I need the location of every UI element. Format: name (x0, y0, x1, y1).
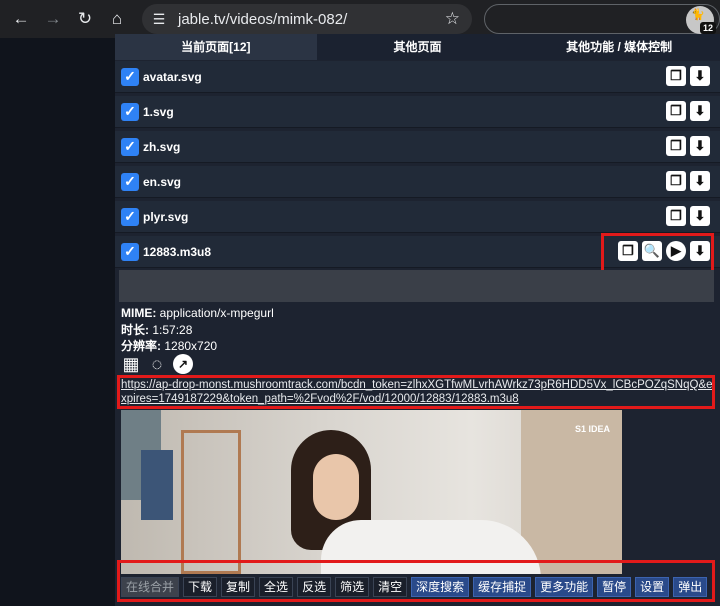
resolution-info: 分辨率: 1280x720 (121, 337, 217, 354)
reload-icon[interactable]: ↻ (74, 8, 96, 30)
copy-icon[interactable]: ❐ (666, 136, 686, 156)
preview-bar (119, 270, 714, 302)
download-icon[interactable]: ⬇ (690, 66, 710, 86)
row-checkbox[interactable]: ✓ (121, 242, 139, 261)
home-icon[interactable]: ⌂ (106, 8, 128, 30)
duration-value: 1:57:28 (152, 323, 193, 337)
file-name: 12883.m3u8 (143, 244, 212, 259)
video-preview[interactable]: S1 IDEA (121, 410, 622, 574)
file-name: 1.svg (143, 104, 174, 119)
actions-highlight (601, 233, 714, 275)
file-row[interactable]: ✓ plyr.svg ❐ ⬇ (115, 201, 720, 233)
file-row[interactable]: ✓ 1.svg ❐ ⬇ (115, 96, 720, 128)
resolution-value: 1280x720 (164, 339, 218, 353)
copy-icon[interactable]: ❐ (666, 171, 686, 191)
extension-badge: 12 (699, 22, 716, 34)
open-external-icon[interactable]: ↗ (173, 354, 193, 374)
url-text[interactable]: jable.tv/videos/mimk-082/ (178, 11, 347, 28)
tab-other-features[interactable]: 其他功能 / 媒体控制 (518, 34, 720, 60)
capture-icon[interactable]: ◌ (147, 354, 167, 374)
video-watermark: S1 IDEA (575, 424, 611, 434)
tab-current-page[interactable]: 当前页面[12] (115, 34, 317, 60)
browser-toolbar: ← → ↻ ⌂ ☰ jable.tv/videos/mimk-082/ ☆ 🐈 … (0, 0, 720, 38)
resource-popup: 当前页面[12] 其他页面 其他功能 / 媒体控制 ✓ avatar.svg ❐… (115, 34, 720, 606)
copy-icon[interactable]: ❐ (666, 66, 686, 86)
row-checkbox[interactable]: ✓ (121, 207, 139, 226)
cat-icon: 🐈 (691, 9, 705, 21)
file-row[interactable]: ✓ zh.svg ❐ ⬇ (115, 131, 720, 163)
qrcode-icon[interactable]: ▦ (121, 354, 141, 374)
address-bar[interactable]: ☰ jable.tv/videos/mimk-082/ ☆ (142, 4, 472, 34)
bookmark-star-icon[interactable]: ☆ (445, 9, 460, 29)
download-icon[interactable]: ⬇ (690, 101, 710, 121)
mime-info: MIME: application/x-mpegurl (121, 306, 274, 320)
row-checkbox[interactable]: ✓ (121, 137, 139, 156)
file-row[interactable]: ✓ avatar.svg ❐ ⬇ (115, 61, 720, 93)
side-search-box[interactable] (484, 4, 720, 34)
row-checkbox[interactable]: ✓ (121, 67, 139, 86)
video-clothes (141, 450, 173, 520)
file-name: zh.svg (143, 139, 181, 154)
extension-icon[interactable]: 🐈 12 (686, 6, 716, 34)
url-highlight (117, 375, 715, 409)
row-checkbox[interactable]: ✓ (121, 172, 139, 191)
video-person-face (313, 454, 359, 520)
back-icon[interactable]: ← (10, 8, 32, 30)
site-info-icon[interactable]: ☰ (150, 10, 168, 28)
mime-label: MIME: (121, 306, 157, 320)
download-icon[interactable]: ⬇ (690, 206, 710, 226)
file-name: en.svg (143, 174, 182, 189)
download-icon[interactable]: ⬇ (690, 136, 710, 156)
info-actions: ▦ ◌ ↗ (121, 354, 193, 374)
copy-icon[interactable]: ❐ (666, 101, 686, 121)
file-row[interactable]: ✓ en.svg ❐ ⬇ (115, 166, 720, 198)
video-door (521, 410, 622, 574)
forward-icon[interactable]: → (42, 8, 64, 30)
copy-icon[interactable]: ❐ (666, 206, 686, 226)
video-shelf (181, 430, 241, 574)
duration-info: 时长: 1:57:28 (121, 321, 192, 338)
mime-value: application/x-mpegurl (159, 306, 274, 320)
popup-tabs: 当前页面[12] 其他页面 其他功能 / 媒体控制 (115, 34, 720, 60)
tab-other-pages[interactable]: 其他页面 (317, 34, 519, 60)
file-name: plyr.svg (143, 209, 189, 224)
row-checkbox[interactable]: ✓ (121, 102, 139, 121)
buttons-highlight (117, 560, 715, 602)
resolution-label: 分辨率: (121, 339, 161, 353)
duration-label: 时长: (121, 323, 149, 337)
download-icon[interactable]: ⬇ (690, 171, 710, 191)
file-name: avatar.svg (143, 69, 202, 84)
